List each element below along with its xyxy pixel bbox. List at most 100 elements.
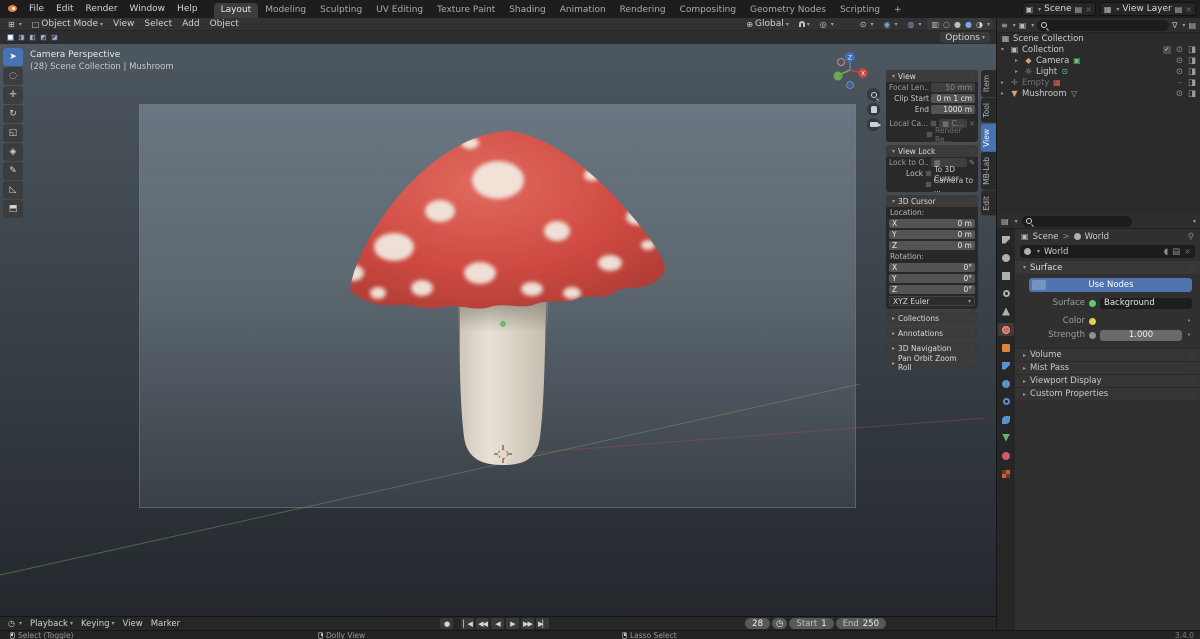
panel-view-header[interactable]: ▾View∷ (886, 70, 978, 82)
pan-hand-icon[interactable] (867, 103, 880, 116)
tool-rotate[interactable]: ↻ (3, 105, 23, 123)
shading-wireframe-icon[interactable]: ○ (941, 20, 952, 29)
npanel-tab-view[interactable]: View (981, 124, 996, 152)
animate-dot-icon[interactable]: • (1186, 331, 1192, 339)
transform-orientation[interactable]: ⊕Global▾ (742, 18, 792, 30)
breadcrumb-scene[interactable]: Scene (1033, 232, 1059, 242)
tab-sculpting[interactable]: Sculpting (313, 3, 369, 18)
expand-arrow-icon[interactable]: ▸ (1015, 57, 1021, 64)
tab-physics[interactable] (998, 395, 1014, 408)
tab-uv-editing[interactable]: UV Editing (369, 3, 430, 18)
clip-start-field[interactable]: 0 m 1 cm (931, 94, 975, 103)
surface-panel-header[interactable]: ▾Surface∷ (1015, 261, 1200, 274)
tab-geometry-nodes[interactable]: Geometry Nodes (743, 3, 833, 18)
tab-compositing[interactable]: Compositing (673, 3, 743, 18)
render-visibility-icon[interactable]: ◨ (1188, 89, 1196, 99)
tab-material[interactable] (998, 449, 1014, 462)
outliner-row-empty[interactable]: ▸ ✛ Empty ▦ ‒◨ (997, 77, 1200, 88)
tool-scale[interactable]: ◱ (3, 124, 23, 142)
new-datablock-icon[interactable]: ▤ (1172, 247, 1180, 257)
render-region-checkbox[interactable] (926, 131, 933, 138)
expand-arrow-icon[interactable]: ▸ (1015, 68, 1021, 75)
panel-3d-cursor-header[interactable]: ▾3D Cursor∷ (886, 195, 978, 207)
play-button[interactable]: ▶ (506, 618, 519, 629)
animate-dot-icon[interactable]: • (1186, 317, 1192, 325)
rotation-order-dropdown[interactable]: XYZ Euler▾ (889, 296, 975, 306)
menu-render[interactable]: Render (80, 4, 124, 14)
unlink-scene-icon[interactable]: × (1085, 5, 1092, 14)
outliner-row-mushroom[interactable]: ▸ ▼ Mushroom ▽ ⊙◨ (997, 88, 1200, 99)
outliner-row-camera[interactable]: ▸ ◆ Camera ▣ ⊙◨ (997, 55, 1200, 66)
new-collection-icon[interactable]: ▤ (1188, 21, 1196, 30)
volume-panel-header[interactable]: ▸Volume∷ (1015, 348, 1200, 361)
menu-object[interactable]: Object (206, 18, 243, 30)
tab-scene[interactable] (998, 305, 1014, 318)
new-scene-icon[interactable]: ▤ (1075, 5, 1083, 14)
pin-icon[interactable]: ⚲ (1188, 232, 1194, 242)
mushroom-object[interactable] (0, 44, 996, 616)
outliner-search-input[interactable] (1037, 20, 1169, 31)
frame-start-field[interactable]: Start1 (789, 618, 833, 629)
outliner-row-scene-collection[interactable]: ▦ Scene Collection (997, 33, 1200, 44)
breadcrumb-world[interactable]: World (1085, 232, 1109, 242)
expand-arrow-icon[interactable]: ▾ (1001, 46, 1007, 53)
tool-transform[interactable]: ◈ (3, 143, 23, 161)
menu-view[interactable]: View (109, 18, 138, 30)
unlink-datablock-icon[interactable]: × (1184, 247, 1191, 256)
scene-selector[interactable]: ▣▾ Scene ▤ × (1022, 2, 1096, 16)
menu-select[interactable]: Select (140, 18, 176, 30)
zoom-icon[interactable] (867, 88, 880, 101)
tab-view-layer[interactable] (998, 287, 1014, 300)
view-menu[interactable]: View (119, 618, 147, 630)
hide-eye-icon[interactable]: ⊙ (1176, 67, 1183, 77)
menu-help[interactable]: Help (171, 4, 204, 14)
clip-end-field[interactable]: 1000 m (931, 105, 975, 114)
color-socket-icon[interactable] (1089, 318, 1096, 325)
panel-pan-orbit-header[interactable]: ▸Pan Orbit Zoom Roll∷ (886, 357, 978, 369)
camera-view-icon[interactable] (867, 118, 880, 131)
hide-eye-icon[interactable]: ⊙ (1176, 45, 1183, 55)
tab-world[interactable] (998, 323, 1014, 336)
render-visibility-icon[interactable]: ◨ (1188, 67, 1196, 77)
tab-texture-paint[interactable]: Texture Paint (430, 3, 502, 18)
hide-eye-icon[interactable]: ⊙ (1176, 89, 1183, 99)
npanel-tab-mblab[interactable]: MB-Lab (981, 152, 996, 190)
select-mode-invert-icon[interactable]: ◩ (39, 33, 48, 42)
tab-layout[interactable]: Layout (214, 3, 259, 18)
mist-pass-panel-header[interactable]: ▸Mist Pass∷ (1015, 361, 1200, 374)
tab-scripting[interactable]: Scripting (833, 3, 887, 18)
strength-slider[interactable]: 1.000 (1100, 330, 1182, 341)
expand-arrow-icon[interactable]: ▸ (1001, 90, 1007, 97)
tab-constraints[interactable] (998, 413, 1014, 426)
view-layer-selector[interactable]: ▦▾ View Layer ▤ × (1100, 2, 1196, 16)
cursor-loc-z-field[interactable]: Z0 m (889, 241, 975, 250)
camera-to-view-checkbox[interactable] (925, 181, 932, 188)
select-mode-intersect-icon[interactable]: ◪ (50, 33, 59, 42)
jump-to-start-button[interactable]: ▏◀ (461, 618, 474, 629)
tool-select-box[interactable]: ➤ (3, 48, 23, 66)
current-frame-field[interactable]: 28 (745, 618, 770, 629)
viewport-display-panel-header[interactable]: ▸Viewport Display∷ (1015, 374, 1200, 387)
marker-menu[interactable]: Marker (147, 618, 184, 630)
select-mode-subtract-icon[interactable]: ◧ (28, 33, 37, 42)
panel-view-lock-header[interactable]: ▾View Lock∷ (886, 145, 978, 157)
tab-animation[interactable]: Animation (553, 3, 613, 18)
custom-properties-panel-header[interactable]: ▸Custom Properties∷ (1015, 387, 1200, 400)
hide-eye-closed-icon[interactable]: ‒ (1178, 78, 1183, 88)
timeline-editor-type-button[interactable]: ◷▾ (4, 618, 26, 630)
tool-cursor[interactable]: ◌ (3, 67, 23, 85)
tab-modeling[interactable]: Modeling (258, 3, 313, 18)
use-nodes-button[interactable]: Use Nodes (1029, 278, 1192, 292)
render-visibility-icon[interactable]: ◨ (1188, 45, 1196, 55)
npanel-tab-tool[interactable]: Tool (981, 98, 996, 123)
mode-selector[interactable]: □Object Mode▾ (28, 18, 107, 30)
panel-collections-header[interactable]: ▸Collections∷ (886, 312, 978, 324)
npanel-tab-edit[interactable]: Edit (981, 191, 996, 216)
npanel-tab-item[interactable]: Item (981, 70, 996, 97)
tab-rendering[interactable]: Rendering (613, 3, 673, 18)
menu-add[interactable]: Add (178, 18, 203, 30)
panel-annotations-header[interactable]: ▸Annotations∷ (886, 327, 978, 339)
cursor-loc-y-field[interactable]: Y0 m (889, 230, 975, 239)
outliner-display-mode-icon[interactable]: ≡ (1001, 21, 1008, 30)
tab-object[interactable] (998, 341, 1014, 354)
